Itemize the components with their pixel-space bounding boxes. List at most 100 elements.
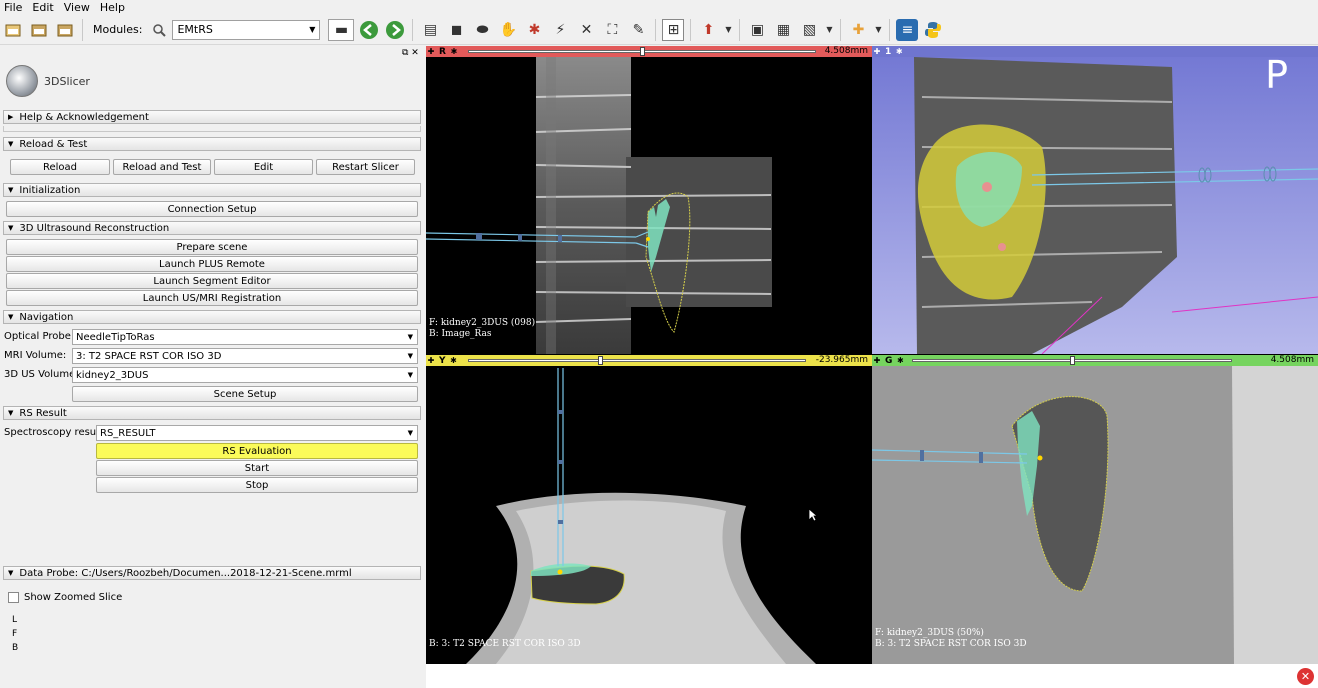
navigation-section-title: Navigation [19, 311, 74, 323]
orientation-marker: P [1265, 57, 1288, 97]
link-icon[interactable]: ✱ [449, 356, 459, 366]
navigation-section[interactable]: ▼ Navigation [3, 310, 421, 324]
link-icon[interactable]: ✱ [895, 356, 905, 366]
edit-button[interactable]: Edit [214, 159, 313, 175]
rs-result-section[interactable]: ▼ RS Result [3, 406, 421, 420]
pin-icon[interactable]: ✚ [426, 47, 436, 57]
chevron-down-icon: ▼ [407, 333, 413, 341]
reload-test-section[interactable]: ▼ Reload & Test [3, 137, 421, 151]
dcm-icon[interactable] [28, 19, 50, 41]
chevron-down-icon[interactable]: ▼ [723, 19, 733, 41]
pin-icon[interactable]: ✚ [872, 356, 882, 366]
back-icon[interactable] [358, 19, 380, 41]
expanded-arrow-icon: ▼ [8, 409, 14, 417]
pin-icon[interactable]: ✚ [872, 47, 882, 57]
needle-icon[interactable]: ✎ [627, 19, 649, 41]
extension-icon[interactable]: ≡ [896, 18, 919, 41]
reload-and-test-button[interactable]: Reload and Test [113, 159, 211, 175]
toolbar-separator [412, 18, 414, 41]
mri-volume-select[interactable]: 3: T2 SPACE RST COR ISO 3D ▼ [72, 348, 418, 364]
crosslink-icon[interactable]: ✕ [575, 19, 597, 41]
optical-probe-select[interactable]: NeedleTipToRas ▼ [72, 329, 418, 345]
reload-button[interactable]: Reload [10, 159, 110, 175]
menu-edit[interactable]: Edit [32, 1, 53, 14]
threed-view[interactable]: P [872, 57, 1318, 354]
layout-icon[interactable]: ⊞ [662, 18, 685, 41]
us-volume-select[interactable]: kidney2_3DUS ▼ [72, 367, 418, 383]
pin-icon[interactable]: ✚ [426, 356, 436, 366]
search-icon[interactable] [148, 19, 170, 41]
connection-setup-button[interactable]: Connection Setup [6, 201, 418, 217]
red-slice-view[interactable]: F: kidney2_3DUS (098) B: Image_Ras [426, 57, 872, 354]
expanded-arrow-icon: ▼ [8, 569, 14, 577]
menu-view[interactable]: View [64, 1, 90, 14]
green-background-label: B: 3: T2 SPACE RST COR ISO 3D [875, 639, 1027, 649]
capture-icon[interactable]: ▧ [798, 19, 820, 41]
launch-registration-button[interactable]: Launch US/MRI Registration [6, 290, 418, 306]
slicer-logo: 3DSlicer [6, 62, 106, 100]
start-button[interactable]: Start [96, 460, 418, 476]
chevron-down-icon[interactable]: ▼ [824, 19, 834, 41]
data-probe-section[interactable]: ▼ Data Probe: C:/Users/Roozbeh/Documen..… [3, 566, 421, 580]
help-section[interactable]: ▶ Help & Acknowledgement [3, 110, 421, 124]
reconstruction-section-title: 3D Ultrasound Reconstruction [19, 222, 170, 234]
transform-icon[interactable]: ✋ [497, 19, 519, 41]
error-log-icon[interactable]: ✕ [1297, 668, 1314, 685]
green-slider-handle[interactable] [1070, 356, 1075, 365]
modules-select[interactable]: EMtRS ▼ [172, 19, 321, 40]
chevron-down-icon[interactable]: ▼ [873, 19, 883, 41]
spectroscopy-select[interactable]: RS_RESULT ▼ [96, 425, 418, 441]
module-history-icon[interactable]: ▬ [328, 18, 355, 41]
save-icon[interactable] [54, 19, 76, 41]
logo-text: 3DSlicer [44, 74, 90, 88]
volume-icon[interactable]: ◼ [445, 19, 467, 41]
menu-bar: File Edit View Help [0, 0, 1318, 15]
reconstruction-section[interactable]: ▼ 3D Ultrasound Reconstruction [3, 221, 421, 235]
scene-view-icon[interactable]: ▦ [772, 19, 794, 41]
us-volume-value: kidney2_3DUS [76, 369, 149, 381]
red-foreground-label: F: kidney2_3DUS (098) [429, 318, 536, 328]
restart-slicer-button[interactable]: Restart Slicer [316, 159, 415, 175]
screenshot-icon[interactable]: ▣ [746, 19, 768, 41]
red-slider-handle[interactable] [640, 47, 645, 56]
link-icon[interactable]: ✱ [894, 47, 904, 57]
green-foreground-label: F: kidney2_3DUS (50%) [875, 628, 984, 638]
markups-icon[interactable]: ✱ [523, 19, 545, 41]
yellow-slice-view[interactable]: B: 3: T2 SPACE RST COR ISO 3D [426, 366, 872, 664]
python-icon[interactable] [922, 19, 944, 41]
undock-icon[interactable]: ⧉ ✕ [402, 48, 419, 58]
prepare-scene-button[interactable]: Prepare scene [6, 239, 418, 255]
mri-volume-label: MRI Volume: [4, 350, 67, 361]
launch-plus-remote-button[interactable]: Launch PLUS Remote [6, 256, 418, 272]
segment-icon[interactable]: ⬬ [471, 19, 493, 41]
scene-setup-button[interactable]: Scene Setup [72, 386, 418, 402]
rs-evaluation-button[interactable]: RS Evaluation [96, 443, 418, 459]
green-slice-view[interactable]: F: kidney2_3DUS (50%) B: 3: T2 SPACE RST… [872, 366, 1318, 664]
mri-volume-value: 3: T2 SPACE RST COR ISO 3D [76, 350, 222, 362]
show-zoomed-slice-checkbox[interactable] [8, 592, 19, 603]
yellow-slider-handle[interactable] [597, 356, 603, 365]
link-icon[interactable]: ✱ [449, 47, 459, 57]
stop-button[interactable]: Stop [96, 477, 418, 493]
models-icon[interactable]: ▤ [419, 19, 441, 41]
forward-icon[interactable] [384, 19, 406, 41]
spectroscopy-value: RS_RESULT [100, 427, 156, 439]
fiducial-icon[interactable]: ⬆ [697, 19, 719, 41]
menu-file[interactable]: File [4, 1, 22, 14]
launch-segment-editor-button[interactable]: Launch Segment Editor [6, 273, 418, 289]
mouse-mode-icon[interactable]: ⛶ [601, 19, 623, 41]
toolbar-separator [889, 18, 891, 41]
probe-letter-f: F [12, 629, 18, 639]
initialization-section[interactable]: ▼ Initialization [3, 183, 421, 197]
data-icon[interactable] [2, 19, 24, 41]
toolbar-separator [655, 18, 657, 41]
green-slice-image [872, 366, 1318, 664]
yellow-offset-slider[interactable] [468, 359, 806, 362]
rs-result-section-title: RS Result [19, 407, 67, 419]
registration-icon[interactable]: ⚡ [549, 19, 571, 41]
probe-letter-b: B [12, 643, 19, 653]
crosshair-icon[interactable]: ✚ [847, 19, 869, 41]
menu-help[interactable]: Help [100, 1, 125, 14]
modules-select-value: EMtRS [177, 23, 213, 36]
initialization-section-title: Initialization [19, 184, 81, 196]
